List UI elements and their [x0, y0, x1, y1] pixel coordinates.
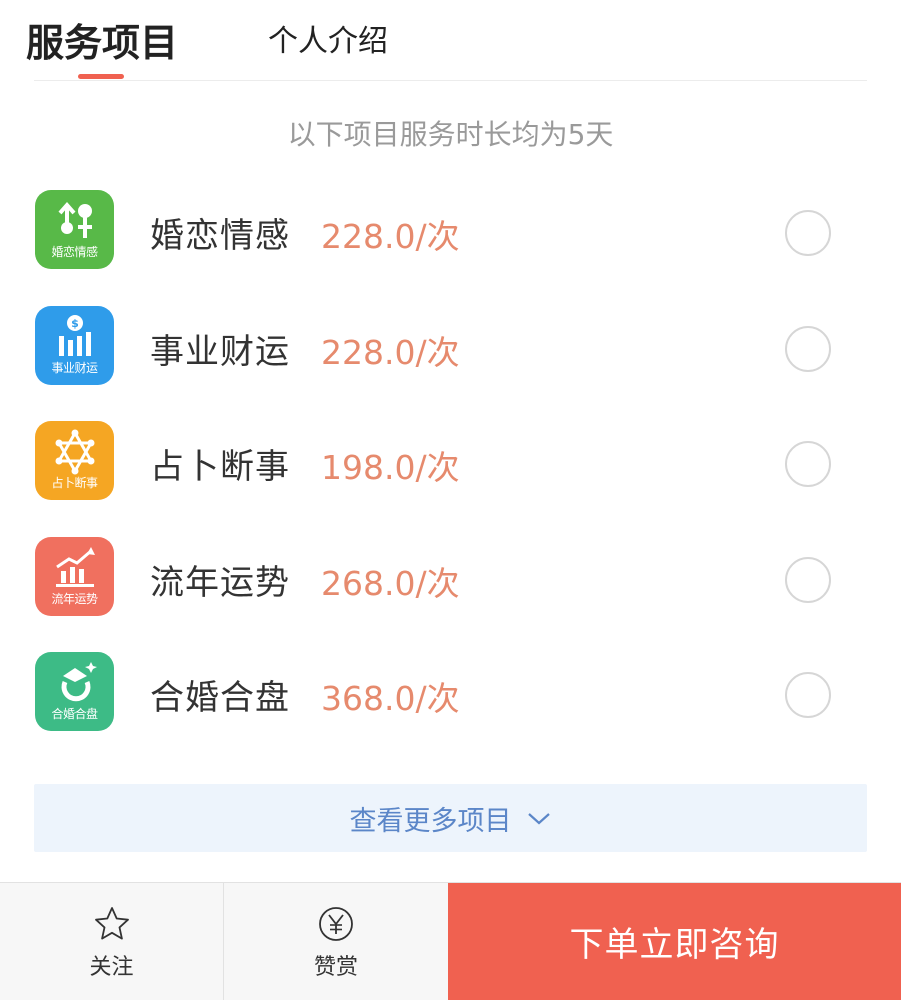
tab-bar: 服务项目 个人介绍: [0, 0, 901, 82]
service-name: 事业财运: [150, 331, 290, 372]
service-page: 服务项目 个人介绍 以下项目服务时长均为5天 婚恋情感 婚恋情感 228.0/次: [0, 0, 901, 1000]
tab-services[interactable]: 服务项目: [26, 12, 178, 67]
service-price: 268.0/次: [321, 563, 460, 603]
reward-label: 赞赏: [313, 954, 358, 980]
service-item-marriage-match[interactable]: 合婚合盘 合婚合盘 368.0/次: [0, 652, 901, 768]
active-tab-indicator: [78, 74, 124, 79]
chevron-down-icon: [526, 810, 552, 826]
hexagram-icon: 占卜断事: [35, 421, 114, 500]
rings-icon: 合婚合盘: [35, 652, 114, 731]
couple-icon: 婚恋情感: [35, 190, 114, 269]
yen-icon: [317, 903, 355, 943]
money-chart-icon: $ 事业财运: [35, 305, 114, 385]
service-item-annual-fortune[interactable]: 流年运势 流年运势 268.0/次: [0, 536, 901, 653]
service-price: 228.0/次: [321, 332, 460, 372]
icon-caption: 合婚合盘: [51, 707, 98, 721]
select-radio[interactable]: [785, 441, 831, 487]
select-radio[interactable]: [785, 672, 831, 718]
icon-caption: 占卜断事: [51, 476, 98, 490]
trend-chart-icon: 流年运势: [35, 536, 114, 616]
order-consult-button[interactable]: 下单立即咨询: [448, 883, 901, 1000]
star-icon: [93, 903, 131, 943]
service-name: 流年运势: [150, 562, 290, 603]
service-name: 婚恋情感: [150, 216, 290, 256]
service-price: 228.0/次: [321, 217, 460, 256]
follow-button[interactable]: 关注: [0, 883, 224, 1000]
icon-caption: 事业财运: [51, 360, 98, 375]
follow-label: 关注: [89, 954, 134, 980]
reward-button[interactable]: 赞赏: [224, 883, 448, 1000]
service-price: 198.0/次: [321, 448, 460, 487]
service-price: 368.0/次: [321, 679, 460, 718]
icon-caption: 婚恋情感: [51, 245, 98, 259]
select-radio[interactable]: [785, 210, 831, 256]
svg-text:$: $: [71, 317, 79, 330]
service-item-divination[interactable]: 占卜断事 占卜断事 198.0/次: [0, 421, 901, 537]
icon-caption: 流年运势: [51, 591, 98, 606]
service-list: 婚恋情感 婚恋情感 228.0/次 $ 事业财运 事业财运 228.0/次 占卜…: [0, 190, 901, 768]
view-more-label: 查看更多项目: [349, 805, 512, 837]
view-more-button[interactable]: 查看更多项目: [34, 784, 867, 852]
service-item-romance[interactable]: 婚恋情感 婚恋情感 228.0/次: [0, 190, 901, 306]
service-duration-note: 以下项目服务时长均为5天: [287, 118, 614, 151]
service-item-career[interactable]: $ 事业财运 事业财运 228.0/次: [0, 305, 901, 422]
select-radio[interactable]: [785, 325, 831, 372]
service-name: 占卜断事: [150, 447, 290, 487]
bottom-action-bar: 关注 赞赏 下单立即咨询: [0, 882, 901, 1000]
select-radio[interactable]: [785, 556, 831, 603]
tab-intro[interactable]: 个人介绍: [268, 16, 388, 60]
tab-divider: [34, 80, 867, 81]
service-name: 合婚合盘: [150, 678, 290, 718]
